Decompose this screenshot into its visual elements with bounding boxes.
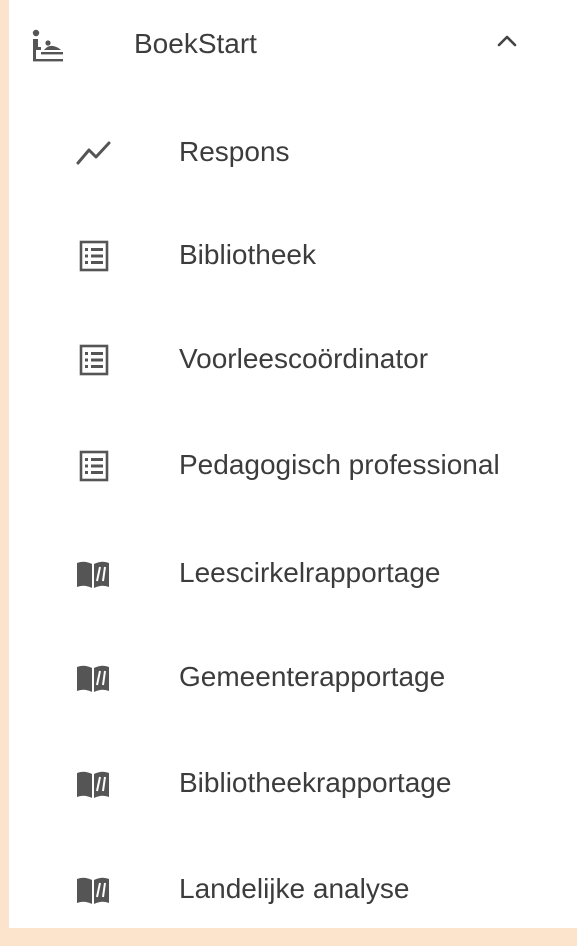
menu-item-pedagogisch-professional[interactable]: Pedagogisch professional (9, 416, 577, 522)
menu-item-voorleescoordinator[interactable]: Voorleescoördinator (9, 310, 577, 416)
menu-item-respons[interactable]: Respons (9, 98, 577, 204)
menu-group-label: BoekStart (134, 28, 257, 59)
list-icon (79, 240, 109, 272)
menu-item-label: Landelijke analyse (179, 873, 410, 904)
open-book-icon (77, 771, 109, 798)
list-icon (79, 344, 109, 376)
open-book-icon (77, 561, 109, 588)
baby-changing-icon (32, 29, 63, 62)
menu-item-label: Bibliotheekrapportage (179, 767, 452, 798)
menu-item-label: Voorleescoördinator (179, 343, 429, 374)
menu-item-bibliotheekrapportage[interactable]: Bibliotheekrapportage (9, 734, 577, 840)
chevron-up-icon[interactable] (495, 30, 519, 50)
menu-item-bibliotheek[interactable]: Bibliotheek (9, 204, 577, 310)
open-book-icon (77, 877, 109, 904)
menu-item-label: Pedagogisch professional (179, 449, 500, 480)
menu-item-gemeenterapportage[interactable]: Gemeenterapportage (9, 628, 577, 734)
menu-item-leescirkelrapportage[interactable]: Leescirkelrapportage (9, 522, 577, 628)
open-book-icon (77, 665, 109, 692)
menu-item-label: Respons (179, 136, 290, 167)
menu-group-boekstart[interactable]: BoekStart (9, 0, 577, 106)
menu-item-label: Leescirkelrapportage (179, 557, 441, 588)
menu-item-landelijke-analyse[interactable]: Landelijke analyse (9, 840, 577, 946)
sidebar-menu: BoekStart Respons Bibliotheek Voorleesco… (9, 0, 577, 928)
trend-line-icon (76, 141, 111, 165)
menu-item-label: Gemeenterapportage (179, 661, 446, 692)
menu-item-label: Bibliotheek (179, 239, 316, 270)
list-icon (79, 450, 109, 482)
